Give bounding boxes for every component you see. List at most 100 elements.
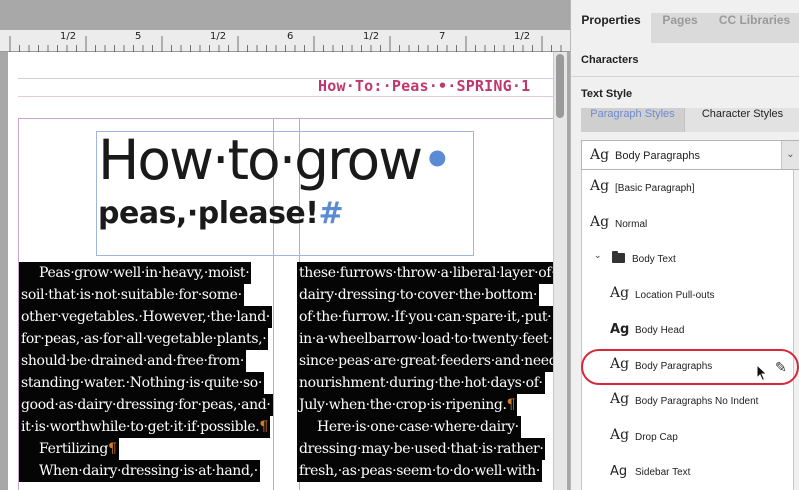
horizontal-ruler[interactable]: 1/2 5 1/2 6 1/2 7 1/2 [0, 30, 570, 52]
tab-properties[interactable]: Properties [571, 13, 651, 43]
style-item-body-text[interactable]: ⌄ Body Text [582, 241, 795, 276]
paragraph-mark: ¶ [506, 397, 516, 413]
ruler-label: 1/2 [363, 31, 380, 42]
paragraph-style-dropdown[interactable]: Ag Body Paragraphs ⌄ [581, 140, 799, 170]
panel-tabs: Properties Pages CC Libraries [571, 13, 799, 43]
text-line[interactable]: should·be·drained·and·free·from· [19, 350, 246, 372]
paragraph-mark: ¶ [107, 441, 117, 457]
style-item-basic-paragraph[interactable]: Ag [Basic Paragraph] [582, 170, 795, 205]
text-line[interactable]: other·vegetables.·However,·the·land· [19, 306, 272, 328]
line-text: it·is·worthwhile·to·get·it·if·possible. [21, 419, 260, 435]
style-preview-icon: Ag [590, 178, 610, 194]
edit-pencil-icon[interactable]: ✎ [775, 360, 787, 376]
tab-cc-libraries[interactable]: CC Libraries [709, 13, 799, 43]
folder-icon [612, 251, 625, 263]
title-line2-text: peas,·please! [98, 196, 319, 231]
text-line[interactable]: Peas·grow·well·in·heavy,·moist· [19, 262, 252, 284]
line-text: nourishment·during·the·hot·days·of· [299, 375, 543, 391]
line-text: since·peas·are·great·feeders·and·need· [299, 353, 562, 369]
text-line[interactable]: these·furrows·throw·a·liberal·layer·of· [297, 262, 558, 284]
line-text: soil·that·is·not·suitable·for·some· [21, 287, 242, 303]
text-line[interactable]: standing·water.·Nothing·is·quite·so· [19, 372, 264, 394]
margin-guide [18, 118, 553, 119]
ruler-label: 5 [135, 31, 142, 42]
line-text: dairy·dressing·to·cover·the·bottom· [299, 287, 538, 303]
style-preview-icon: Ag [590, 213, 610, 230]
line-text: dressing·may·be·used·that·is·rather· [299, 441, 544, 457]
style-preview-icon: Ag [610, 391, 630, 407]
style-item-body-paragraphs-no-indent[interactable]: Ag Body Paragraphs No Indent [582, 383, 795, 418]
mouse-pointer-icon [756, 364, 768, 382]
text-line[interactable]: good·as·dairy·dressing·for·peas,·and· [19, 394, 273, 416]
ruler-ticks [9, 36, 562, 52]
line-text: Here·is·one·case·where·dairy· [317, 419, 519, 435]
text-line[interactable]: it·is·worthwhile·to·get·it·if·possible.¶ [19, 416, 270, 438]
style-item-label: Drop Cap [635, 431, 678, 443]
line-text: in·a·wheelbarrow·load·to·twenty·feet· [299, 331, 553, 347]
style-item-location-pull-outs[interactable]: Ag Location Pull-outs [582, 277, 795, 312]
style-preview-icon: Ag [610, 284, 630, 301]
text-line[interactable]: fresh,·as·peas·seem·to·do·well·with· [297, 460, 542, 482]
running-header[interactable]: How·To:·Peas·•·SPRING·1 [318, 77, 530, 95]
text-line[interactable]: nourishment·during·the·hot·days·of· [297, 372, 545, 394]
line-text: Fertilizing [39, 441, 108, 457]
ruler-label: 1/2 [60, 31, 77, 42]
style-preview-icon: Ag [590, 147, 610, 163]
style-item-label: Sidebar Text [635, 467, 691, 478]
tab-pages[interactable]: Pages [651, 13, 709, 43]
text-line[interactable]: soil·that·is·not·suitable·for·some· [19, 284, 244, 306]
style-item-body-head[interactable]: Ag Body Head [582, 312, 795, 347]
text-style-section-label: Text Style [581, 88, 633, 100]
end-of-story-mark: # [318, 196, 344, 231]
tab-paragraph-styles[interactable]: Paragraph Styles [581, 108, 684, 132]
text-line[interactable]: of·the·furrow.·If·you·can·spare·it,·put· [297, 306, 554, 328]
ruler-label: 1/2 [514, 31, 531, 42]
line-text: standing·water.·Nothing·is·quite·so· [21, 375, 262, 391]
style-item-label: [Basic Paragraph] [615, 183, 695, 194]
line-text: these·furrows·throw·a·liberal·layer·of· [299, 265, 556, 281]
text-line[interactable]: Here·is·one·case·where·dairy· [297, 416, 521, 438]
line-text: good·as·dairy·dressing·for·peas,·and· [21, 397, 271, 413]
document-window: 1/2 5 1/2 6 1/2 7 1/2 How·To:·Peas·•·SPRING·1 … [0, 0, 570, 490]
text-line[interactable]: for·peas,·as·for·all·vegetable·plants,· [19, 328, 269, 350]
paragraph-style-list: Ag [Basic Paragraph] Ag Normal ⌄ Body Text Ag L… [581, 170, 794, 490]
text-line[interactable]: When·dairy·dressing·is·at·hand,· [19, 460, 260, 482]
style-item-normal[interactable]: Ag Normal [582, 206, 795, 241]
style-item-label: Normal [615, 218, 648, 230]
style-preview-icon: Ag [610, 322, 630, 337]
line-text: for·peas,·as·for·all·vegetable·plants,· [21, 331, 267, 347]
ruler-label: 7 [439, 31, 446, 42]
characters-section-label[interactable]: Characters [581, 54, 638, 66]
line-text: July·when·the·crop·is·ripening. [299, 397, 507, 413]
style-item-label: Body Head [635, 325, 685, 336]
title-line1-text: How·to·grow [98, 128, 423, 192]
ruler-label: 6 [287, 31, 294, 42]
section-divider [571, 76, 799, 77]
selected-style-value: Body Paragraphs [615, 150, 700, 162]
style-subtabs: Paragraph Styles Character Styles [581, 108, 799, 132]
line-text: Peas·grow·well·in·heavy,·moist· [39, 265, 250, 281]
properties-panel: Properties Pages CC Libraries Characters… [570, 0, 799, 490]
text-line[interactable]: dairy·dressing·to·cover·the·bottom· [297, 284, 540, 306]
text-line[interactable]: dressing·may·be·used·that·is·rather· [297, 438, 546, 460]
text-line[interactable]: Fertilizing¶ [19, 438, 119, 460]
line-text: fresh,·as·peas·seem·to·do·well·with· [299, 463, 540, 479]
style-preview-icon: Ag [610, 426, 630, 443]
paragraph-mark: • [421, 128, 453, 192]
title-heading[interactable]: How·to·grow• [98, 128, 454, 192]
line-text: other·vegetables.·However,·the·land· [21, 309, 270, 325]
chevron-down-icon[interactable]: ⌄ [594, 251, 602, 261]
style-item-sidebar-text[interactable]: Ag Sidebar Text [582, 454, 795, 489]
chevron-down-icon[interactable]: ⌄ [781, 141, 799, 169]
scrollbar-thumb[interactable] [556, 54, 564, 118]
paragraph-mark: ¶ [259, 419, 268, 435]
style-item-label: Body Paragraphs No Indent [635, 396, 759, 407]
text-line[interactable]: since·peas·are·great·feeders·and·need· [297, 350, 564, 372]
text-line[interactable]: in·a·wheelbarrow·load·to·twenty·feet· [297, 328, 555, 350]
line-text: should·be·drained·and·free·from· [21, 353, 244, 369]
text-line[interactable]: July·when·the·crop·is·ripening.¶ [297, 394, 518, 416]
style-item-label: Body Text [632, 254, 676, 265]
tab-character-styles[interactable]: Character Styles [684, 108, 799, 132]
style-item-drop-cap[interactable]: Ag Drop Cap [582, 419, 795, 454]
subtitle-heading[interactable]: peas,·please!# [98, 196, 344, 231]
